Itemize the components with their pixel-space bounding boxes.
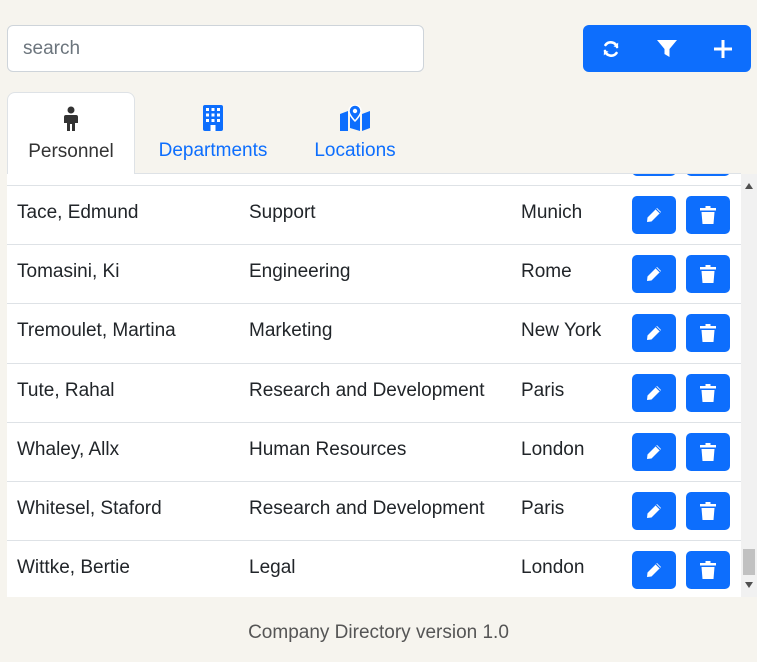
pencil-icon <box>647 504 661 518</box>
edit-button[interactable] <box>632 255 676 293</box>
delete-button[interactable] <box>686 196 730 234</box>
plus-icon <box>714 39 732 58</box>
edit-button[interactable] <box>632 551 676 589</box>
department-cell: Research and Development <box>249 498 485 519</box>
partial-edit-button[interactable] <box>632 174 676 176</box>
table-row: Tace, Edmund Support Munich <box>7 185 741 244</box>
name-cell: Whaley, Allx <box>17 439 120 460</box>
tab-personnel[interactable]: Personnel <box>7 92 135 174</box>
scroll-down-arrow-icon[interactable] <box>741 577 757 593</box>
person-icon <box>64 106 78 131</box>
department-cell: Human Resources <box>249 439 407 460</box>
refresh-icon <box>603 40 619 57</box>
location-cell: Munich <box>521 202 583 223</box>
tab-label: Locations <box>314 140 396 161</box>
trash-icon <box>700 502 716 520</box>
table-row: Whitesel, Staford Research and Developme… <box>7 481 741 540</box>
building-icon <box>203 105 223 131</box>
map-icon <box>340 105 370 131</box>
tab-label: Departments <box>158 140 268 161</box>
pencil-icon <box>647 445 661 459</box>
table-row: Whaley, Allx Human Resources London <box>7 422 741 481</box>
department-cell: Research and Development <box>249 380 485 401</box>
department-cell: Engineering <box>249 261 351 282</box>
edit-button[interactable] <box>632 433 676 471</box>
trash-icon <box>700 324 716 342</box>
search-input[interactable] <box>7 25 424 72</box>
location-cell: London <box>521 439 585 460</box>
location-cell: London <box>521 557 585 578</box>
location-cell: Rome <box>521 261 572 282</box>
name-cell: Tute, Rahal <box>17 380 115 401</box>
partial-delete-button[interactable] <box>686 174 730 176</box>
location-cell: Paris <box>521 498 565 519</box>
scrollbar-thumb[interactable] <box>743 549 755 575</box>
trash-icon <box>700 384 716 402</box>
name-cell: Whitesel, Staford <box>17 498 162 519</box>
delete-button[interactable] <box>686 314 730 352</box>
trash-icon <box>700 443 716 461</box>
name-cell: Wittke, Bertie <box>17 557 130 578</box>
tab-label: Personnel <box>28 141 114 162</box>
tab-locations[interactable]: Locations <box>299 92 411 174</box>
department-cell: Legal <box>249 557 296 578</box>
location-cell: New York <box>521 320 602 341</box>
vertical-scrollbar[interactable] <box>741 174 757 597</box>
name-cell: Tomasini, Ki <box>17 261 120 282</box>
pencil-icon <box>647 326 661 340</box>
name-cell: Tremoulet, Martina <box>17 320 176 341</box>
trash-icon <box>700 265 716 283</box>
pencil-icon <box>647 208 661 222</box>
department-cell: Support <box>249 202 316 223</box>
delete-button[interactable] <box>686 433 730 471</box>
table-row: Wittke, Bertie Legal London <box>7 540 741 597</box>
delete-button[interactable] <box>686 374 730 412</box>
refresh-button[interactable] <box>583 25 639 72</box>
footer-version: Company Directory version 1.0 <box>248 622 509 643</box>
add-button[interactable] <box>695 25 751 72</box>
edit-button[interactable] <box>632 314 676 352</box>
filter-icon <box>657 39 677 57</box>
pencil-icon <box>647 386 661 400</box>
delete-button[interactable] <box>686 255 730 293</box>
department-cell: Marketing <box>249 320 333 341</box>
pencil-icon <box>647 267 661 281</box>
toolbar-button-group <box>583 25 751 72</box>
pencil-icon <box>647 563 661 577</box>
delete-button[interactable] <box>686 551 730 589</box>
delete-button[interactable] <box>686 492 730 530</box>
edit-button[interactable] <box>632 196 676 234</box>
location-cell: Paris <box>521 380 565 401</box>
tab-departments[interactable]: Departments <box>149 92 277 174</box>
scroll-up-arrow-icon[interactable] <box>741 178 757 194</box>
table-row: Tomasini, Ki Engineering Rome <box>7 244 741 303</box>
name-cell: Tace, Edmund <box>17 202 139 223</box>
table-row: Tute, Rahal Research and Development Par… <box>7 363 741 422</box>
edit-button[interactable] <box>632 492 676 530</box>
table-row: Tremoulet, Martina Marketing New York <box>7 303 741 362</box>
trash-icon <box>700 206 716 224</box>
trash-icon <box>700 561 716 579</box>
filter-button[interactable] <box>639 25 695 72</box>
personnel-table: Tace, Edmund Support Munich Tomasini, Ki… <box>7 174 741 597</box>
edit-button[interactable] <box>632 374 676 412</box>
